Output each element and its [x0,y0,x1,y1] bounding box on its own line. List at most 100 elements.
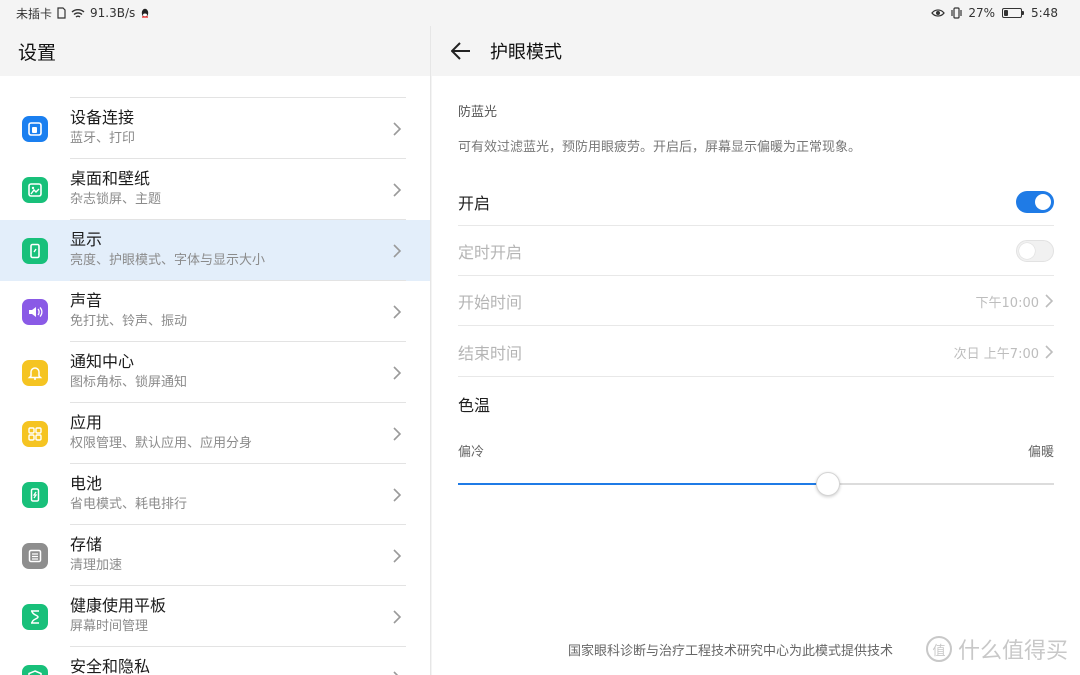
start-time-row[interactable]: 开始时间 下午10:00 [458,288,1054,314]
chevron-right-icon [393,487,402,502]
hourglass-icon [22,603,48,630]
battery-icon [22,481,48,508]
eye-comfort-icon [931,8,946,18]
chevron-right-icon [393,365,402,380]
divider [458,225,1054,226]
blue-light-description: 可有效过滤蓝光，预防用眼疲劳。开启后，屏幕显示偏暖为正常现象。 [458,140,862,155]
start-time-label: 开始时间 [458,293,523,312]
display-icon [22,237,48,264]
clock: 5:48 [1031,6,1058,20]
sound-icon [22,298,48,325]
qq-icon [140,8,150,19]
settings-header: 设置 [0,26,430,76]
apps-icon [22,420,48,447]
enable-label: 开启 [458,194,491,213]
settings-item-security[interactable]: 安全和隐私 [0,647,430,675]
slider-thumb[interactable] [815,472,840,496]
settings-item-display[interactable]: 显示亮度、护眼模式、字体与显示大小 [0,220,430,281]
footnote: 国家眼科诊断与治疗工程技术研究中心为此模式提供技术 [568,644,894,659]
settings-item-subtitle: 亮度、护眼模式、字体与显示大小 [70,253,266,268]
carrier-label: 未插卡 [16,6,53,21]
page-title: 设置 [18,41,57,64]
enable-row[interactable]: 开启 [458,189,1054,215]
battery-indicator-icon [1002,8,1025,18]
divider [458,325,1054,326]
settings-item-title: 应用 [70,413,103,432]
settings-item-apps[interactable]: 应用权限管理、默认应用、应用分身 [0,403,430,464]
settings-item-title: 通知中心 [70,352,135,371]
battery-fill [1004,10,1009,16]
sim-icon [57,7,66,19]
chevron-right-icon [393,548,402,563]
chevron-right-icon [393,121,402,136]
settings-item-title: 声音 [70,291,103,310]
settings-item-subtitle: 蓝牙、打印 [70,131,136,146]
chevron-right-icon [393,182,402,197]
back-button[interactable] [432,26,490,76]
end-time-label: 结束时间 [458,344,523,363]
wifi-icon [71,8,85,19]
end-time-value: 次日 上午7:00 [953,346,1039,362]
settings-item-subtitle: 屏幕时间管理 [70,619,149,634]
settings-item-device-connection[interactable]: 设备连接 蓝牙、打印 [0,98,430,159]
settings-item-title: 电池 [70,474,103,493]
settings-item-title: 健康使用平板 [70,596,167,615]
schedule-row[interactable]: 定时开启 [458,238,1054,264]
end-time-row[interactable]: 结束时间 次日 上午7:00 [458,339,1054,365]
blue-light-section-label: 防蓝光 [458,105,498,120]
storage-icon [22,542,48,569]
detail-title: 护眼模式 [490,42,562,63]
color-temperature-label: 色温 [458,396,491,415]
eye-comfort-pane: 护眼模式 防蓝光 可有效过滤蓝光，预防用眼疲劳。开启后，屏幕显示偏暖为正常现象。… [432,26,1080,675]
settings-item-subtitle: 省电模式、耗电排行 [70,497,188,512]
divider [458,275,1054,276]
network-speed: 91.3B/s [90,6,136,20]
schedule-label: 定时开启 [458,243,523,262]
watermark: 值 什么值得买 [925,633,1068,665]
chevron-right-icon [393,304,402,319]
notification-icon [22,359,48,386]
warm-label: 偏暖 [1027,445,1054,460]
settings-item-subtitle: 权限管理、默认应用、应用分身 [70,436,253,451]
device-connection-icon [22,115,48,142]
divider [458,376,1054,377]
chevron-right-icon [1045,345,1054,359]
chevron-right-icon [393,609,402,624]
watermark-text: 什么值得买 [957,639,1068,664]
settings-item-battery[interactable]: 电池省电模式、耗电排行 [0,464,430,525]
chevron-right-icon [1045,294,1054,308]
settings-item-subtitle: 杂志锁屏、主题 [70,192,162,207]
settings-item-wallpaper[interactable]: 桌面和壁纸杂志锁屏、主题 [0,159,430,220]
detail-header: 护眼模式 [432,26,1080,76]
settings-item-hourglass[interactable]: 健康使用平板屏幕时间管理 [0,586,430,647]
enable-toggle[interactable] [1016,191,1054,213]
status-bar: 未插卡 91.3B/s 27% 5:48 [0,0,1080,26]
settings-item-subtitle: 图标角标、锁屏通知 [70,375,188,390]
security-icon [22,664,48,675]
watermark-logo: 值 [925,636,952,662]
wallpaper-icon [22,176,48,203]
battery-percent: 27% [968,6,996,20]
cold-label: 偏冷 [458,445,485,460]
settings-item-sound[interactable]: 声音免打扰、铃声、振动 [0,281,430,342]
chevron-right-icon [393,243,402,258]
settings-item-title: 设备连接 [70,108,135,127]
color-temperature-slider[interactable] [458,472,1054,496]
settings-item-storage[interactable]: 存储 清理加速 [0,525,430,586]
chevron-right-icon [393,426,402,441]
vibrate-icon [950,7,963,19]
settings-item-title: 安全和隐私 [70,657,151,675]
settings-item-title: 显示 [70,230,103,249]
settings-item-title: 存储 [70,535,103,554]
arrow-left-icon [451,42,470,60]
start-time-value: 下午10:00 [975,295,1039,311]
settings-item-title: 桌面和壁纸 [70,169,151,188]
chevron-right-icon [393,670,399,675]
slider-fill [458,483,828,485]
settings-item-subtitle: 清理加速 [70,558,123,573]
settings-item-subtitle: 免打扰、铃声、振动 [70,314,188,329]
settings-list: WLAN、移动网络、飞行模式设备连接蓝牙、打印桌面和壁纸杂志锁屏、主题显示亮度、… [0,38,430,675]
settings-item-notification[interactable]: 通知中心图标角标、锁屏通知 [0,342,430,403]
settings-list-pane: 设置 WLAN、移动网络、飞行模式设备连接蓝牙、打印桌面和壁纸杂志锁屏、主题显示… [0,26,431,675]
schedule-toggle[interactable] [1016,240,1054,262]
